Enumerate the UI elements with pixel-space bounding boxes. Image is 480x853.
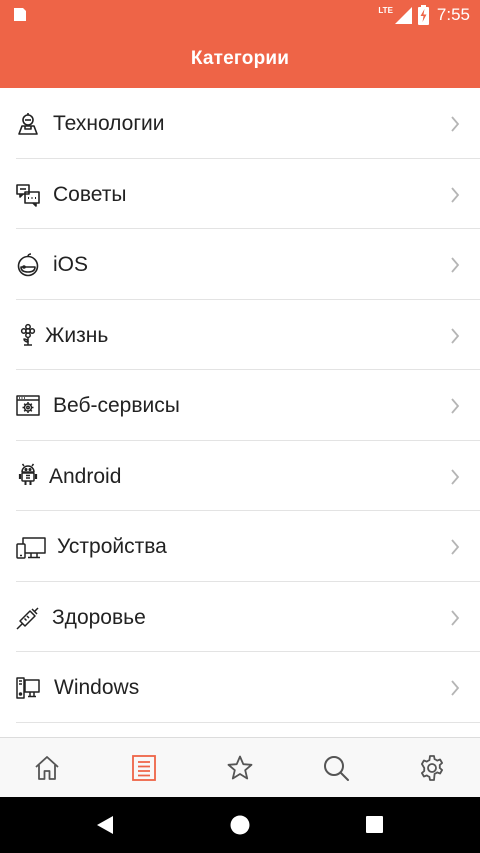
flower-icon [16, 323, 40, 347]
search-icon[interactable] [322, 754, 350, 782]
category-label: Android [49, 464, 122, 488]
category-item-tips[interactable]: Советы [16, 159, 480, 229]
category-label: iOS [53, 253, 89, 276]
chevron-right-icon [450, 609, 460, 626]
battery-charging-icon [417, 5, 429, 25]
windows-pc-icon [16, 676, 40, 700]
devices-icon [16, 536, 46, 560]
back-icon[interactable] [96, 815, 114, 835]
category-label: Здоровье [52, 605, 146, 629]
chevron-right-icon [450, 327, 460, 344]
category-label: Устройства [57, 535, 167, 558]
category-label: Жизнь [45, 323, 109, 347]
star-icon[interactable] [226, 754, 254, 782]
chevron-right-icon [450, 116, 460, 132]
web-services-icon [16, 394, 40, 418]
chat-tips-icon [16, 183, 40, 207]
bottom-navigation [0, 737, 480, 797]
home-circle-icon[interactable] [230, 815, 250, 835]
category-label: Советы [53, 182, 127, 206]
network-type: LTE [378, 5, 393, 15]
android-robot-icon [16, 463, 40, 487]
page-title: Категории [190, 47, 290, 69]
clock: 7:55 [436, 5, 470, 24]
category-item-life[interactable]: Жизнь [16, 300, 480, 370]
system-navigation-bar [0, 797, 480, 853]
chevron-right-icon [450, 257, 460, 273]
recents-icon[interactable] [366, 816, 383, 833]
chevron-right-icon [450, 539, 460, 555]
category-item-windows[interactable]: Windows [16, 652, 480, 723]
category-item-health[interactable]: Здоровье [16, 582, 480, 652]
syringe-icon [16, 606, 40, 630]
status-icons: LTE 7:55 [378, 4, 470, 26]
category-label: Windows [54, 676, 140, 699]
category-item-devices[interactable]: Устройства [16, 511, 480, 582]
signal-icon [394, 6, 412, 24]
category-item-technology[interactable]: Технологии [16, 88, 480, 159]
status-bar: LTE 7:55 [0, 0, 480, 29]
category-label: Веб-сервисы [53, 394, 180, 417]
chevron-right-icon [450, 186, 460, 203]
category-item-ios[interactable]: iOS [16, 229, 480, 300]
category-item-web-services[interactable]: Веб-сервисы [16, 370, 480, 441]
chevron-right-icon [450, 398, 460, 414]
sim-card-icon [14, 8, 26, 21]
home-icon[interactable] [33, 754, 61, 782]
category-list[interactable]: Технологии Советы iOS Жизнь Веб-сервисы … [0, 88, 480, 737]
chevron-right-icon [450, 680, 460, 696]
list-icon[interactable] [130, 754, 158, 782]
apple-icon [16, 253, 40, 277]
category-item-android[interactable]: Android [16, 441, 480, 511]
technology-icon [16, 112, 40, 136]
gear-icon[interactable] [418, 754, 446, 782]
chevron-right-icon [450, 468, 460, 485]
app-bar: Категории [0, 29, 480, 88]
category-label: Технологии [53, 112, 165, 135]
